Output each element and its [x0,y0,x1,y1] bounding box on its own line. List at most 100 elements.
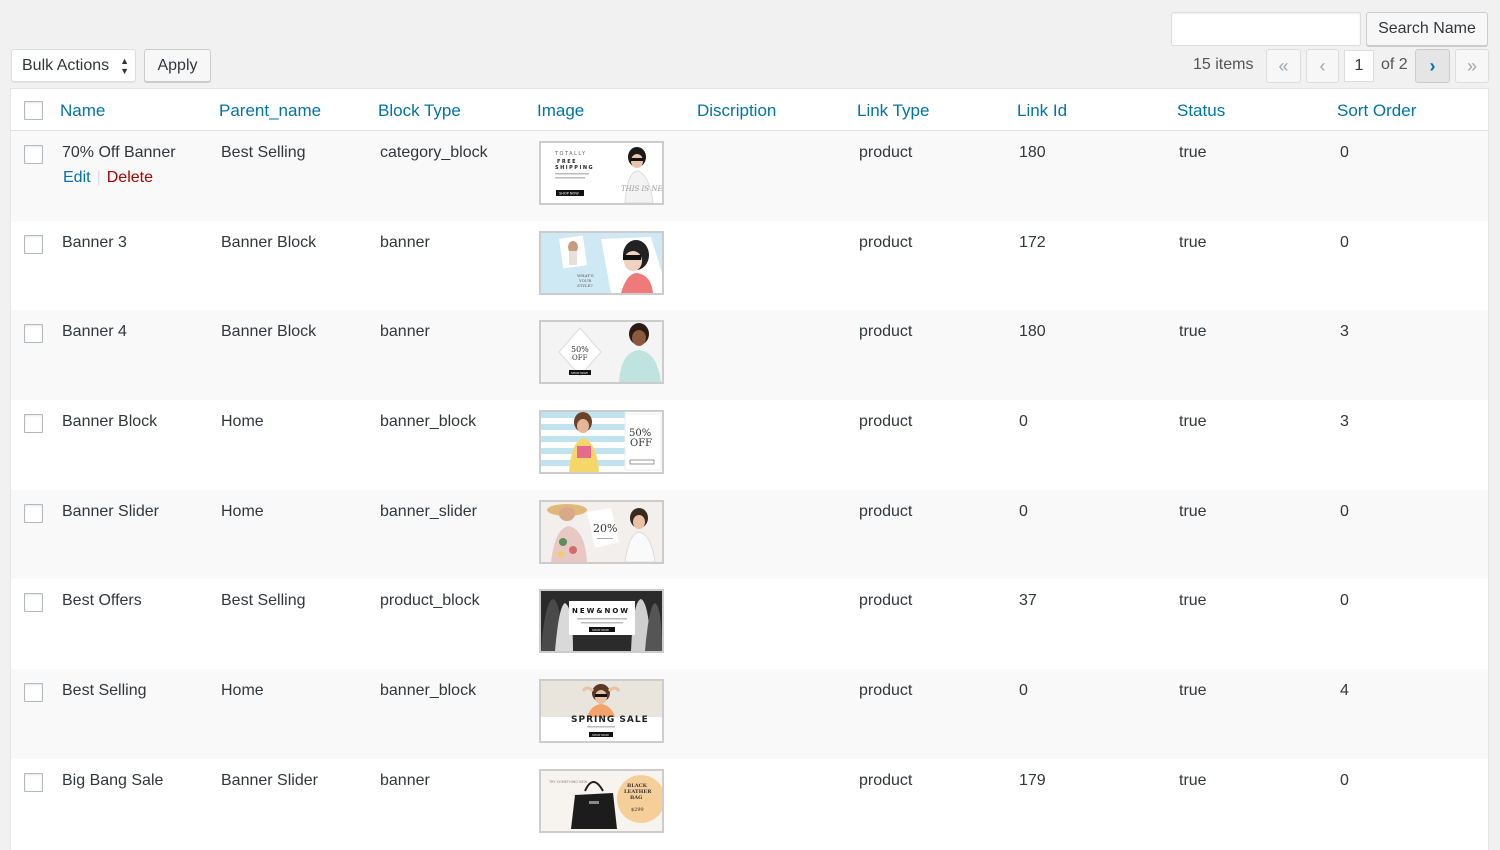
column-header-description[interactable]: Discription [697,101,776,121]
table-header: Name Parent_name Block Type Image Discri… [11,89,1488,131]
table-row: 70% Off Banner Edit | Delete Best Selling … [11,131,1488,221]
table-row: Best Selling Home banner_block SPRING SA… [11,669,1488,759]
last-page-button[interactable]: » [1455,49,1489,83]
table-row: Banner Block Home banner_block 50% OFF p [11,400,1488,490]
row-name[interactable]: Banner 4 [62,323,127,341]
row-link-id: 179 [1019,771,1046,789]
row-checkbox[interactable] [24,772,43,792]
apply-button[interactable]: Apply [144,49,211,82]
row-checkbox[interactable] [24,414,43,434]
row-block-type: banner [380,323,430,341]
column-header-block-type[interactable]: Block Type [378,101,461,121]
search-input[interactable] [1171,12,1361,46]
row-status: true [1179,771,1207,789]
row-link-id: 180 [1019,144,1046,161]
search-name-button[interactable]: Search Name [1366,12,1488,46]
column-header-parent-name[interactable]: Parent_name [219,101,321,121]
first-page-button[interactable]: « [1266,49,1301,83]
whats-your-style-banner-image: WHAT'S YOUR STYLE? [539,230,664,295]
row-parent-name: Banner Block [221,323,317,341]
image-text-shop-now: SHOP NOW [571,371,588,375]
row-block-type: category_block [380,144,488,161]
row-name[interactable]: 70% Off Banner [62,144,176,162]
spring-sale-banner-image: SPRING SALE SHOP NOW [539,679,664,744]
image-text-off: OFF [630,438,652,449]
row-status: true [1179,682,1207,700]
row-status: true [1179,502,1207,520]
row-name[interactable]: Banner Block [62,413,157,431]
row-actions-separator: | [96,169,101,186]
row-status: true [1179,592,1207,610]
row-link-type: product [859,413,913,431]
row-parent-name: Home [221,682,264,700]
row-sort-order: 3 [1340,323,1349,341]
image-text-this-is-new: THIS IS NEW [621,185,662,193]
row-status: true [1179,323,1207,341]
row-name[interactable]: Big Bang Sale [62,772,163,790]
row-status: true [1179,413,1207,431]
row-block-type: product_block [380,592,480,610]
column-header-link-type[interactable]: Link Type [857,101,929,121]
row-block-type: banner [380,771,430,789]
row-parent-name: Banner Slider [221,771,318,789]
striped-fifty-off-banner-image: 50% OFF [539,410,664,475]
column-header-image[interactable]: Image [537,101,584,121]
image-text-shop-now: SHOP NOW [592,733,609,737]
bulk-actions-select[interactable]: Bulk Actions ▲ ▼ [11,49,136,82]
select-all-checkbox[interactable] [24,101,43,120]
row-checkbox[interactable] [24,593,43,613]
row-link-id: 0 [1019,502,1028,520]
prev-page-button[interactable]: ‹ [1306,49,1339,83]
image-text-new-and-now: NEW&NOW [572,607,630,615]
row-link-type: product [859,323,913,341]
delete-link[interactable]: Delete [107,169,153,186]
row-checkbox[interactable] [24,145,43,164]
image-text-bag: BAG [630,795,642,801]
current-page-input[interactable] [1344,50,1374,82]
image-text-totally: TOTALLY [554,151,587,157]
row-link-id: 0 [1019,682,1028,700]
row-checkbox[interactable] [24,683,43,703]
row-block-type: banner [380,233,430,251]
select-arrows-icon: ▲ ▼ [120,56,129,76]
row-name[interactable]: Best Selling [62,682,147,700]
row-checkbox[interactable] [24,503,43,523]
items-count: 15 items [1193,56,1254,73]
table-row: Big Bang Sale Banner Slider banner TRY S… [11,759,1488,849]
column-header-name[interactable]: Name [60,101,105,121]
row-sort-order: 0 [1340,144,1349,161]
image-text-style: STYLE? [577,283,593,288]
image-text-try-something-new: TRY SOMETHING NEW [548,780,588,784]
column-header-status[interactable]: Status [1177,101,1225,121]
row-name[interactable]: Banner 3 [62,234,127,252]
row-parent-name: Home [221,413,264,431]
column-header-link-id[interactable]: Link Id [1017,101,1067,121]
table-row: Banner Slider Home banner_slider 20% pro… [11,489,1488,580]
row-name[interactable]: Best Offers [62,592,142,610]
row-sort-order: 0 [1340,771,1349,789]
row-checkbox[interactable] [24,234,43,254]
row-block-type: banner_block [380,413,477,431]
image-text-price: $299 [631,807,644,813]
total-pages: of 2 [1381,56,1408,73]
edit-link[interactable]: Edit [63,169,91,186]
row-link-id: 180 [1019,323,1046,341]
row-link-type: product [859,144,913,161]
row-actions: Edit | Delete [63,169,153,187]
column-header-sort-order[interactable]: Sort Order [1337,101,1416,121]
next-page-button[interactable]: › [1415,49,1450,83]
row-link-id: 37 [1019,592,1037,610]
row-name[interactable]: Banner Slider [62,503,159,521]
table-row: Banner 3 Banner Block banner WHAT'S YOUR… [11,221,1488,311]
bulk-actions-label: Bulk Actions [22,56,110,74]
row-checkbox[interactable] [24,324,43,344]
row-sort-order: 0 [1340,592,1349,610]
row-link-type: product [859,502,913,520]
row-sort-order: 3 [1340,413,1349,431]
row-link-type: product [859,233,913,251]
row-parent-name: Best Selling [221,144,306,161]
image-text-50: 50% [571,345,589,354]
table-row: Best Offers Best Selling product_block N… [11,579,1488,669]
row-link-type: product [859,682,913,700]
row-status: true [1179,233,1207,251]
